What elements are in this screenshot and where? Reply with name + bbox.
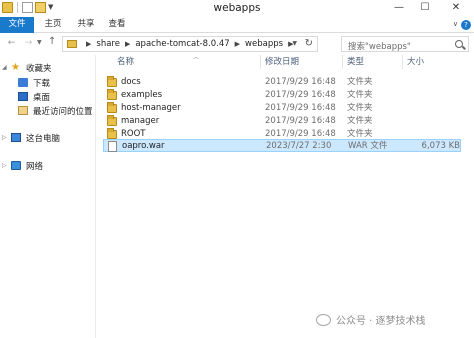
- search-placeholder: 搜索"webapps": [348, 42, 411, 52]
- folder-icon: [107, 76, 117, 87]
- file-list: 名称 ︿ 修改日期 类型 大小 docs 2017/9/29 16:48 文件夹…: [97, 54, 474, 338]
- title-bar: ▼ webapps — ☐ ✕: [0, 0, 474, 17]
- file-type: 文件夹: [347, 116, 373, 126]
- breadcrumb-separator[interactable]: ▶: [235, 40, 240, 48]
- folder-icon: [107, 102, 117, 113]
- help-icon[interactable]: ?: [461, 20, 471, 30]
- file-type: 文件夹: [347, 77, 373, 87]
- file-type: WAR 文件: [348, 141, 388, 151]
- table-row-selected[interactable]: oapro.war 2023/7/27 2:30 WAR 文件 6,073 KB: [103, 139, 461, 152]
- ribbon-tabs: 文件 主页 共享 查看 ∨ ?: [0, 17, 474, 33]
- nav-item-label: 最近访问的位置: [33, 106, 93, 117]
- file-date: 2017/9/29 16:48: [265, 116, 336, 126]
- nav-item-favorites[interactable]: ◢ ★ 收藏夹: [2, 61, 52, 74]
- tab-home[interactable]: 主页: [40, 17, 66, 33]
- breadcrumb: ▶ share ▶ apache-tomcat-8.0.47 ▶ webapps…: [81, 39, 298, 49]
- nav-item-recent-places[interactable]: 最近访问的位置: [18, 104, 93, 117]
- table-row[interactable]: docs 2017/9/29 16:48 文件夹: [103, 76, 461, 89]
- minimize-button[interactable]: —: [386, 0, 412, 17]
- explorer-window: ▼ webapps — ☐ ✕ 文件 主页 共享 查看 ∨ ? ← → ▼ ↑ …: [0, 0, 474, 338]
- sort-ascending-icon: ︿: [193, 54, 200, 61]
- search-icon[interactable]: [455, 40, 463, 48]
- expand-chevron-icon[interactable]: ▷: [2, 162, 11, 169]
- address-history-chevron-icon[interactable]: ▼: [292, 40, 297, 47]
- folder-icon: [107, 115, 117, 126]
- file-size: [407, 89, 459, 102]
- file-name: examples: [121, 90, 163, 100]
- recent-places-icon: [18, 106, 28, 115]
- war-file-icon: [108, 141, 117, 152]
- file-size: [407, 115, 459, 128]
- breadcrumb-item[interactable]: share: [96, 39, 120, 49]
- nav-item-label: 网络: [26, 161, 44, 172]
- file-type: 文件夹: [347, 90, 373, 100]
- maximize-button[interactable]: ☐: [412, 0, 438, 17]
- up-button[interactable]: ↑: [48, 36, 56, 47]
- folder-icon: [107, 128, 117, 139]
- nav-item-label: 收藏夹: [26, 63, 52, 74]
- watermark: 公众号 · 逐梦技术栈: [316, 312, 426, 327]
- file-name: host-manager: [121, 103, 181, 113]
- file-date: 2017/9/29 16:48: [265, 103, 336, 113]
- table-row[interactable]: host-manager 2017/9/29 16:48 文件夹: [103, 102, 461, 115]
- column-header-label: 名称: [117, 57, 135, 67]
- close-button[interactable]: ✕: [438, 0, 474, 17]
- table-row[interactable]: examples 2017/9/29 16:48 文件夹: [103, 89, 461, 102]
- breadcrumb-item[interactable]: apache-tomcat-8.0.47: [135, 39, 229, 49]
- file-name: oapro.war: [122, 141, 165, 151]
- column-header-type[interactable]: 类型: [343, 55, 403, 69]
- file-date: 2017/9/29 16:48: [265, 90, 336, 100]
- expand-chevron-icon[interactable]: ▷: [2, 134, 11, 141]
- breadcrumb-item[interactable]: webapps: [245, 39, 283, 49]
- address-row: ← → ▼ ↑ ▶ share ▶ apache-tomcat-8.0.47 ▶…: [0, 33, 474, 55]
- nav-item-desktop[interactable]: 桌面: [18, 90, 50, 103]
- nav-item-this-pc[interactable]: ▷ 这台电脑: [2, 131, 60, 144]
- watermark-text: 公众号 · 逐梦技术栈: [336, 316, 426, 327]
- nav-item-label: 桌面: [33, 92, 51, 103]
- network-icon: [11, 161, 21, 170]
- file-size: 6,073 KB: [421, 141, 460, 151]
- desktop-icon: [18, 92, 28, 101]
- refresh-icon[interactable]: ↻: [305, 38, 313, 49]
- file-type: 文件夹: [347, 103, 373, 113]
- column-header-size[interactable]: 大小: [403, 55, 461, 69]
- tab-file[interactable]: 文件: [0, 17, 34, 33]
- back-button[interactable]: ←: [5, 37, 18, 50]
- column-header-date[interactable]: 修改日期: [261, 55, 343, 69]
- wechat-icon: [316, 313, 331, 326]
- nav-item-label: 下载: [33, 78, 51, 89]
- file-date: 2023/7/27 2:30: [266, 141, 332, 151]
- table-row[interactable]: manager 2017/9/29 16:48 文件夹: [103, 115, 461, 128]
- search-input[interactable]: 搜索"webapps": [341, 36, 469, 52]
- recent-locations-chevron-icon[interactable]: ▼: [37, 39, 42, 46]
- file-name: docs: [121, 77, 141, 87]
- file-size: [407, 76, 459, 89]
- forward-button[interactable]: →: [22, 37, 35, 50]
- computer-icon: [11, 133, 21, 142]
- column-header-name[interactable]: 名称 ︿: [113, 54, 261, 69]
- file-date: 2017/9/29 16:48: [265, 77, 336, 87]
- collapse-chevron-icon[interactable]: ◢: [2, 64, 11, 71]
- file-name: manager: [121, 116, 160, 126]
- folder-icon: [67, 40, 77, 48]
- star-icon: ★: [11, 62, 20, 73]
- folder-icon: [107, 89, 117, 100]
- nav-item-downloads[interactable]: 下载: [18, 76, 50, 89]
- tab-view[interactable]: 查看: [104, 17, 130, 33]
- breadcrumb-separator[interactable]: ▶: [125, 40, 130, 48]
- address-bar[interactable]: ▶ share ▶ apache-tomcat-8.0.47 ▶ webapps…: [62, 36, 318, 52]
- expand-ribbon-chevron-icon[interactable]: ∨: [453, 20, 458, 28]
- tab-share[interactable]: 共享: [73, 17, 99, 33]
- file-size: [407, 102, 459, 115]
- breadcrumb-separator[interactable]: ▶: [86, 40, 91, 48]
- navigation-pane: ◢ ★ 收藏夹 下载 桌面 最近访问的位置 ▷ 这台电脑 ▷ 网络: [0, 55, 96, 338]
- nav-item-label: 这台电脑: [26, 133, 61, 144]
- download-icon: [18, 78, 28, 87]
- nav-item-network[interactable]: ▷ 网络: [2, 159, 43, 172]
